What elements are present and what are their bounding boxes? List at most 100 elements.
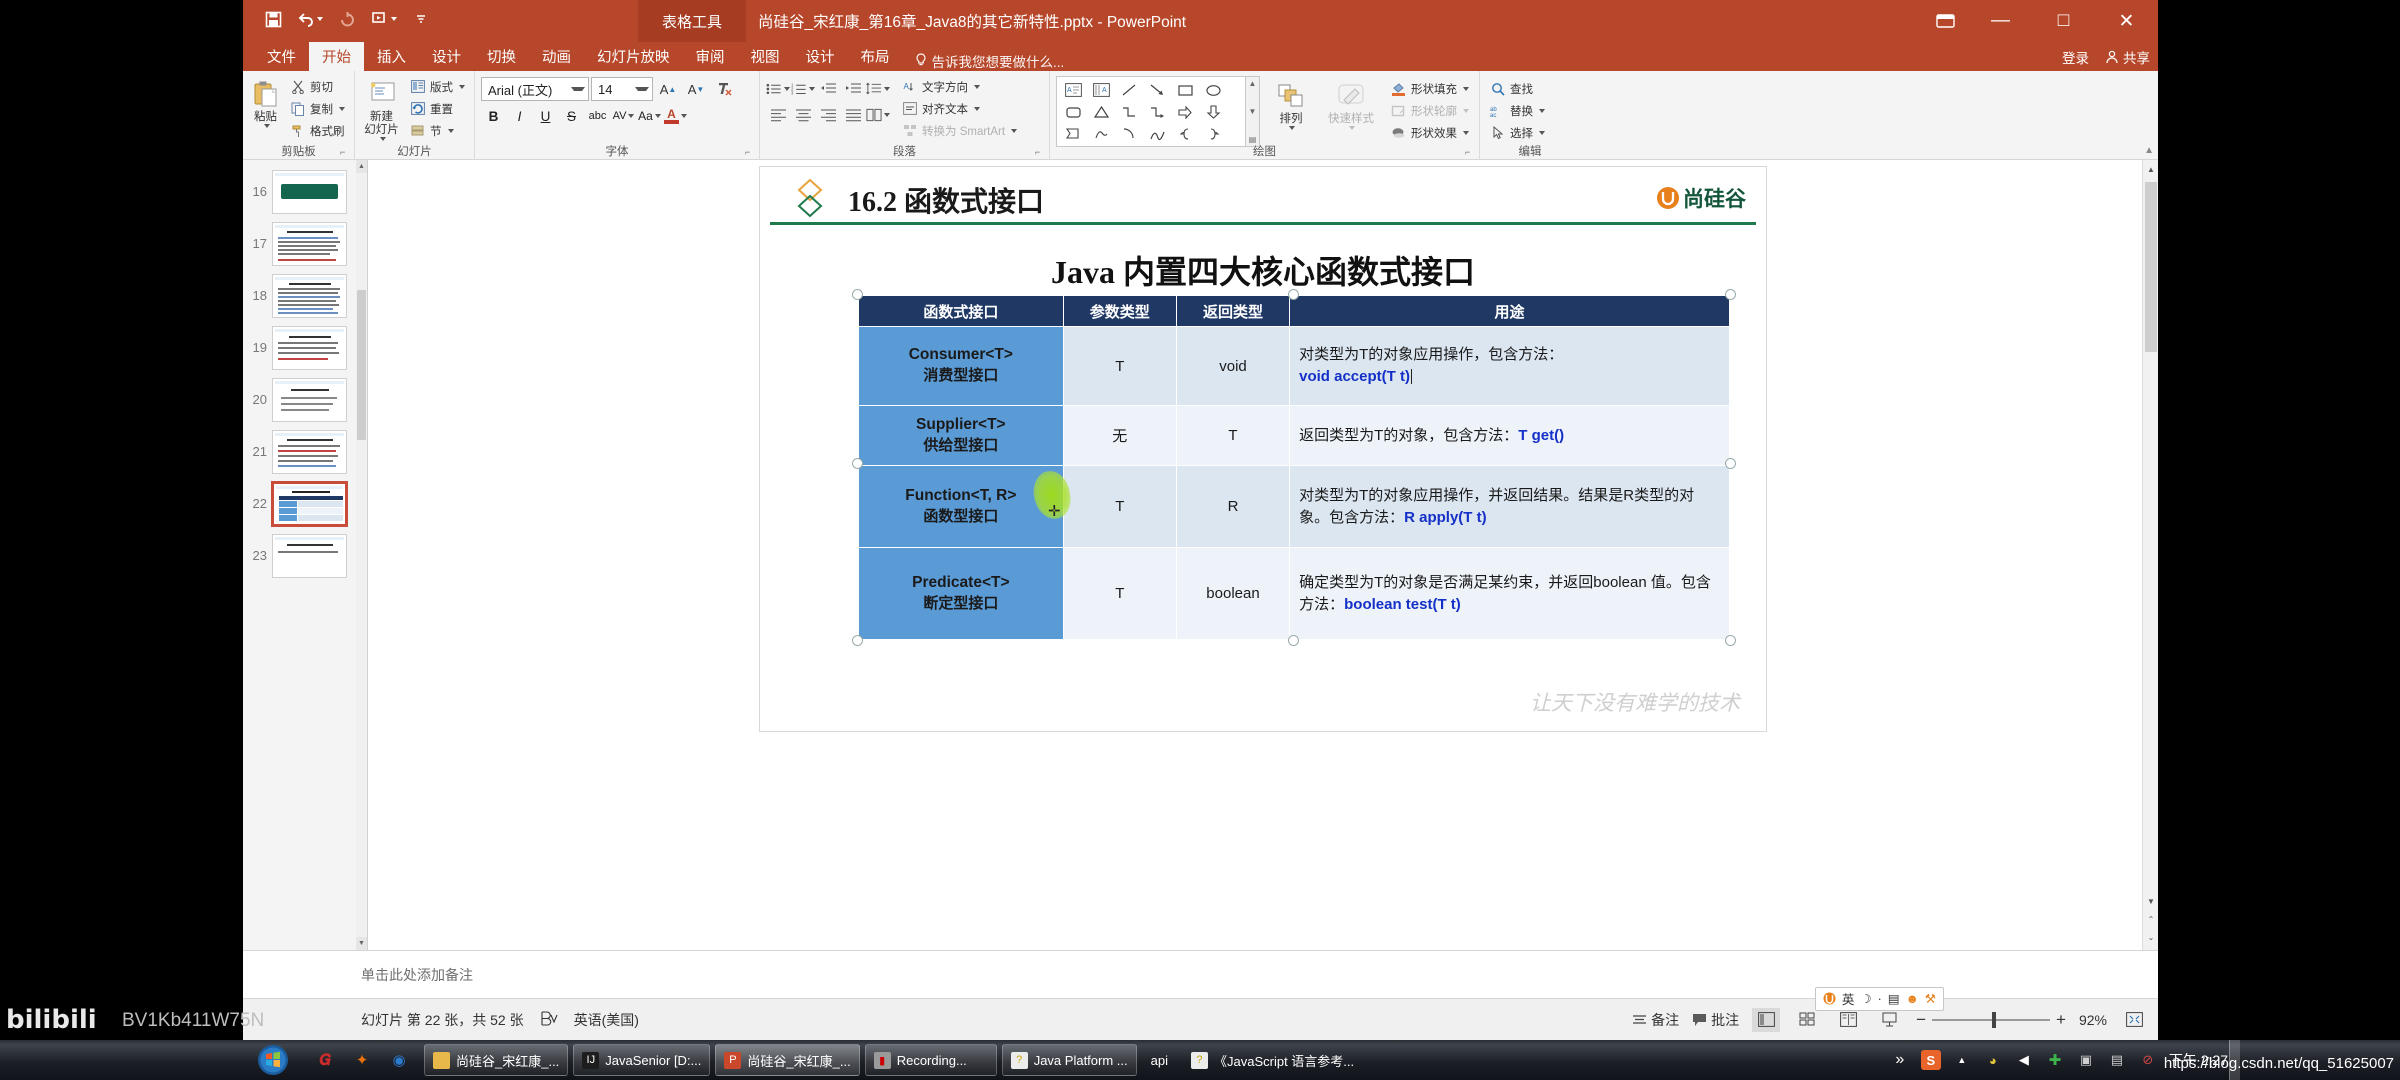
zoom-in-button[interactable]: +	[2056, 1010, 2066, 1030]
save-icon[interactable]	[260, 6, 286, 32]
thumbnail-16[interactable]: 16	[243, 166, 367, 218]
sign-in-link[interactable]: 登录	[2062, 47, 2089, 67]
keyboard-icon[interactable]: ▤	[1888, 991, 1900, 1006]
select-button[interactable]: 选择	[1486, 122, 1548, 143]
justify-icon[interactable]	[841, 103, 865, 126]
freeform-shape-icon[interactable]	[1087, 123, 1115, 145]
tab-view[interactable]: 视图	[738, 42, 793, 71]
bold-button[interactable]: B	[481, 104, 506, 128]
columns-icon[interactable]	[866, 103, 890, 126]
textbox-shape-icon[interactable]: A	[1059, 79, 1087, 101]
tab-transitions[interactable]: 切换	[474, 42, 529, 71]
slide-thumbnails-pane[interactable]: 16 17 18 19 20 21 22 23 ▲ ▼	[243, 160, 368, 950]
selection-handle[interactable]	[1288, 289, 1299, 300]
bullets-icon[interactable]	[766, 77, 790, 100]
comments-toggle-button[interactable]: 批注	[1692, 1010, 1739, 1030]
reading-view-button[interactable]	[1834, 1008, 1862, 1032]
slide-canvas[interactable]: 16.2 函数式接口 尚硅谷 Java 内置四大核心函数式接口 函数式接口 参数…	[368, 160, 2158, 950]
character-spacing-button[interactable]: AV	[611, 104, 636, 128]
thumbnails-scroll-up-icon[interactable]: ▲	[356, 160, 367, 173]
drawing-dialog-launcher[interactable]: ⌐	[1465, 147, 1476, 158]
arrange-button[interactable]: 排列	[1267, 76, 1315, 147]
align-center-icon[interactable]	[791, 103, 815, 126]
slide-sorter-view-button[interactable]	[1793, 1008, 1821, 1032]
normal-view-button[interactable]	[1752, 1007, 1781, 1032]
moon-icon[interactable]: ☽	[1860, 991, 1871, 1006]
right-arrow-shape-icon[interactable]	[1171, 101, 1199, 123]
slide-scroll-up-icon[interactable]: ▲	[2143, 160, 2158, 178]
section-button[interactable]: 节	[406, 120, 468, 141]
firefox-icon[interactable]: ✦	[351, 1049, 373, 1071]
ribbon-display-options-icon[interactable]	[1932, 8, 1958, 34]
align-right-icon[interactable]	[816, 103, 840, 126]
close-button[interactable]: ✕	[2095, 0, 2158, 42]
font-dialog-launcher[interactable]: ⌐	[745, 147, 756, 158]
shape-outline-button[interactable]: 形状轮廓	[1387, 100, 1472, 121]
line-shape-icon[interactable]	[1115, 79, 1143, 101]
user-icon[interactable]: ☻	[1906, 992, 1919, 1006]
redo-icon[interactable]	[334, 6, 360, 32]
pentagon-shape-icon[interactable]	[1059, 123, 1087, 145]
zoom-track[interactable]	[1932, 1011, 2051, 1028]
tell-me-box[interactable]: 告诉我您想要做什么...	[903, 51, 1064, 71]
taskbar-button-recorder[interactable]: ▮ Recording...	[864, 1044, 997, 1076]
next-slide-icon[interactable]: ⌄	[2143, 928, 2158, 946]
functional-interfaces-table[interactable]: 函数式接口 参数类型 返回类型 用途 Consumer<T> 消费型接口 T v…	[852, 289, 1736, 646]
paragraph-dialog-launcher[interactable]: ⌐	[1035, 147, 1046, 158]
zoom-knob[interactable]	[1992, 1011, 1997, 1028]
shape-fill-button[interactable]: 形状填充	[1387, 78, 1472, 99]
tab-table-layout[interactable]: 布局	[848, 42, 903, 71]
clear-formatting-icon[interactable]	[711, 77, 737, 101]
down-arrow-shape-icon[interactable]	[1199, 101, 1227, 123]
tab-insert[interactable]: 插入	[364, 42, 419, 71]
increase-indent-icon[interactable]	[841, 77, 865, 100]
right-brace-shape-icon[interactable]	[1199, 123, 1227, 145]
maximize-button[interactable]: □	[2032, 0, 2095, 42]
tab-file[interactable]: 文件	[254, 42, 309, 71]
align-left-icon[interactable]	[766, 103, 790, 126]
tab-review[interactable]: 审阅	[683, 42, 738, 71]
language-indicator[interactable]: 英语(美国)	[574, 1010, 639, 1030]
clipboard-dialog-launcher[interactable]: ⌐	[340, 147, 351, 158]
taskbar-button-explorer[interactable]: 尚硅谷_宋红康_...	[424, 1044, 569, 1076]
taskbar-button-powerpoint[interactable]: P 尚硅谷_宋红康_...	[715, 1044, 860, 1076]
line-spacing-icon[interactable]	[866, 77, 890, 100]
volume-icon[interactable]: ◀	[2014, 1050, 2034, 1070]
block-icon[interactable]: ⊘	[2138, 1050, 2158, 1070]
curve-shape-icon[interactable]	[1143, 123, 1171, 145]
copy-button[interactable]: 复制	[286, 98, 348, 119]
shape-effects-button[interactable]: 形状效果	[1387, 122, 1472, 143]
align-text-button[interactable]: 对齐文本	[898, 98, 1020, 119]
selection-handle[interactable]	[1725, 458, 1736, 469]
convert-smartart-button[interactable]: 转换为 SmartArt	[898, 120, 1020, 141]
text-direction-button[interactable]: A 文字方向	[898, 76, 1020, 97]
zoom-out-button[interactable]: −	[1916, 1010, 1926, 1030]
oval-shape-icon[interactable]	[1199, 79, 1227, 101]
security-icon[interactable]: ✚	[2045, 1050, 2065, 1070]
italic-button[interactable]: I	[507, 104, 532, 128]
sogou-ime-icon[interactable]: S	[1920, 1050, 1941, 1070]
taskbar-button-javascript-ref[interactable]: ? 《JavaScript 语言参考...	[1182, 1044, 1363, 1076]
selection-handle[interactable]	[852, 458, 863, 469]
selection-handle[interactable]	[1725, 635, 1736, 646]
tray-overflow-icon[interactable]: »	[1890, 1050, 1910, 1070]
increase-font-size-button[interactable]: A ▲	[655, 77, 681, 101]
taskbar-button-intellij[interactable]: IJ JavaSenior [D:...	[573, 1044, 711, 1076]
network-icon[interactable]: ◕	[1983, 1050, 2003, 1070]
slide-scrollbar[interactable]: ▲ ▼ ⌃ ⌄	[2142, 160, 2158, 950]
text-shadow-button[interactable]: abc	[585, 104, 610, 128]
opera-icon[interactable]: 𝑮	[314, 1049, 336, 1071]
share-button[interactable]: 共享	[2105, 47, 2150, 67]
zoom-level[interactable]: 92%	[2079, 1012, 2107, 1028]
font-color-button[interactable]: A	[663, 104, 688, 128]
slide-counter[interactable]: 幻灯片 第 22 张，共 52 张	[361, 1010, 524, 1030]
dot-icon[interactable]: ·	[1878, 992, 1882, 1006]
table-row[interactable]: Supplier<T> 供给型接口 无 T 返回类型为T的对象，包含方法：T g…	[858, 405, 1730, 466]
new-slide-button[interactable]: 新建 幻灯片	[361, 74, 402, 142]
slideshow-view-button[interactable]	[1875, 1008, 1903, 1032]
layout-button[interactable]: 版式	[406, 76, 468, 97]
collapse-ribbon-button[interactable]: ▲	[2144, 145, 2154, 156]
taskbar-button-java-platform[interactable]: ? Java Platform ...	[1001, 1044, 1137, 1076]
decrease-indent-icon[interactable]	[816, 77, 840, 100]
vertical-textbox-shape-icon[interactable]: A	[1087, 79, 1115, 101]
